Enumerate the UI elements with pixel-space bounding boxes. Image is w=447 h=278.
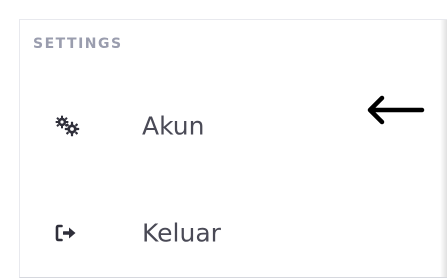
sidebar-item-keluar[interactable]: Keluar xyxy=(20,205,380,261)
sidebar-item-label: Akun xyxy=(142,111,205,141)
sidebar-item-akun[interactable]: Akun xyxy=(20,98,380,154)
left-arrow-icon xyxy=(367,95,425,125)
section-title-settings: SETTINGS xyxy=(33,36,123,52)
settings-panel: SETTINGS Akun Keluar xyxy=(19,19,447,278)
panel-shadow xyxy=(440,20,447,277)
cogs-icon xyxy=(55,115,80,137)
sidebar-item-label: Keluar xyxy=(142,218,221,248)
sign-out-icon xyxy=(55,224,76,242)
